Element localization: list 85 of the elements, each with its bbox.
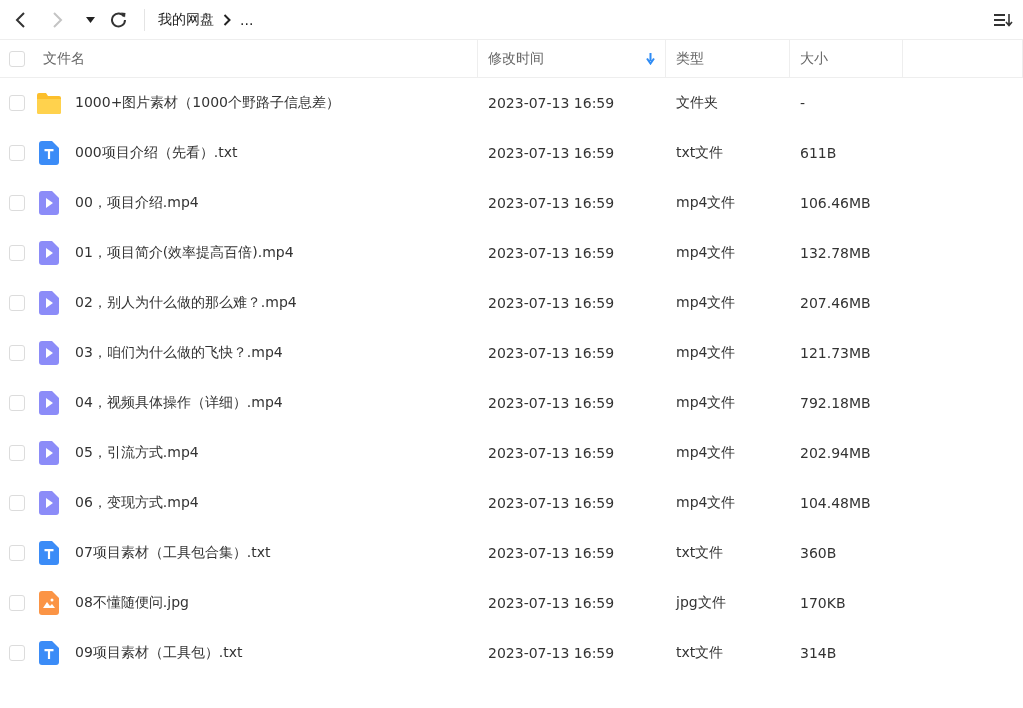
modified-time: 2023-07-13 16:59 [487, 145, 616, 161]
column-header[interactable]: 类型 [676, 49, 704, 68]
video-file-icon [38, 441, 59, 465]
checkbox[interactable] [9, 495, 25, 511]
sort-list-icon [993, 11, 1013, 28]
file-name[interactable]: 07项目素材（工具包合集）.txt [67, 544, 478, 562]
file-size: 360B [799, 545, 838, 561]
checkbox[interactable] [9, 245, 25, 261]
chevron-icon [223, 13, 231, 26]
checkbox[interactable] [9, 445, 25, 461]
file-type: mp4文件 [675, 344, 737, 362]
column-header[interactable]: 大小 [800, 49, 828, 68]
column-header[interactable]: 修改时间 [488, 49, 544, 68]
file-type: mp4文件 [675, 294, 737, 312]
modified-time: 2023-07-13 16:59 [487, 445, 616, 461]
file-type: txt文件 [675, 144, 725, 162]
file-name[interactable]: 00，项目介绍.mp4 [67, 194, 478, 212]
file-type: mp4文件 [675, 444, 737, 462]
modified-time: 2023-07-13 16:59 [487, 245, 616, 261]
modified-time: 2023-07-13 16:59 [487, 295, 616, 311]
file-size: 207.46MB [799, 295, 872, 311]
checkbox[interactable] [9, 295, 25, 311]
video-file-icon [38, 291, 59, 315]
checkbox[interactable] [9, 645, 25, 661]
video-file-icon [38, 391, 59, 415]
text-file-icon [38, 541, 59, 565]
file-name[interactable]: 09项目素材（工具包）.txt [67, 644, 478, 662]
file-name[interactable]: 1000+图片素材（1000个野路子信息差） [67, 94, 478, 112]
file-size: - [799, 95, 807, 111]
modified-time: 2023-07-13 16:59 [487, 595, 616, 611]
file-size: 792.18MB [799, 395, 872, 411]
file-type: mp4文件 [675, 494, 737, 512]
modified-time: 2023-07-13 16:59 [487, 545, 616, 561]
video-file-icon [38, 241, 59, 265]
breadcrumb-item[interactable]: 我的网盘 [158, 10, 214, 29]
checkbox[interactable] [9, 595, 25, 611]
back-icon [14, 10, 26, 29]
modified-time: 2023-07-13 16:59 [487, 645, 616, 661]
file-type: 文件夹 [675, 94, 719, 112]
modified-time: 2023-07-13 16:59 [487, 495, 616, 511]
refresh-icon [109, 11, 127, 28]
checkbox[interactable] [9, 345, 25, 361]
file-type: mp4文件 [675, 394, 737, 412]
column-header[interactable]: 文件名 [43, 49, 85, 68]
checkbox[interactable] [9, 50, 25, 67]
checkbox[interactable] [9, 195, 25, 211]
modified-time: 2023-07-13 16:59 [487, 195, 616, 211]
file-name[interactable]: 06，变现方式.mp4 [67, 494, 478, 512]
file-type: mp4文件 [675, 194, 737, 212]
file-name[interactable]: 04，视频具体操作（详细）.mp4 [67, 394, 478, 412]
caret-icon [85, 16, 95, 23]
checkbox[interactable] [9, 95, 25, 111]
file-name[interactable]: 05，引流方式.mp4 [67, 444, 478, 462]
modified-time: 2023-07-13 16:59 [487, 395, 616, 411]
checkbox[interactable] [9, 395, 25, 411]
file-type: mp4文件 [675, 244, 737, 262]
file-size: 104.48MB [799, 495, 872, 511]
video-file-icon [38, 341, 59, 365]
text-file-icon [38, 641, 59, 665]
modified-time: 2023-07-13 16:59 [487, 345, 616, 361]
modified-time: 2023-07-13 16:59 [487, 95, 616, 111]
file-size: 314B [799, 645, 838, 661]
file-name[interactable]: 08不懂随便问.jpg [67, 594, 478, 612]
file-size: 170KB [799, 595, 847, 611]
file-name[interactable]: 000项目介绍（先看）.txt [67, 144, 478, 162]
video-file-icon [38, 491, 59, 515]
video-file-icon [38, 191, 59, 215]
file-type: txt文件 [675, 544, 725, 562]
breadcrumb-item[interactable]: ... [240, 11, 254, 28]
file-size: 611B [799, 145, 838, 161]
checkbox[interactable] [9, 145, 25, 161]
folder-icon [35, 92, 62, 114]
image-file-icon [38, 591, 59, 615]
file-name[interactable]: 02，别人为什么做的那么难？.mp4 [67, 294, 478, 312]
text-file-icon [38, 141, 59, 165]
forward-icon [52, 10, 64, 29]
file-type: txt文件 [675, 644, 725, 662]
file-size: 106.46MB [799, 195, 872, 211]
file-type: jpg文件 [674, 594, 727, 612]
checkbox[interactable] [9, 545, 25, 561]
file-size: 132.78MB [799, 245, 872, 261]
file-name[interactable]: 03，咱们为什么做的飞快？.mp4 [67, 344, 478, 362]
file-size: 202.94MB [799, 445, 872, 461]
file-name[interactable]: 01，项目简介(效率提高百倍).mp4 [67, 244, 478, 262]
file-size: 121.73MB [799, 345, 872, 361]
